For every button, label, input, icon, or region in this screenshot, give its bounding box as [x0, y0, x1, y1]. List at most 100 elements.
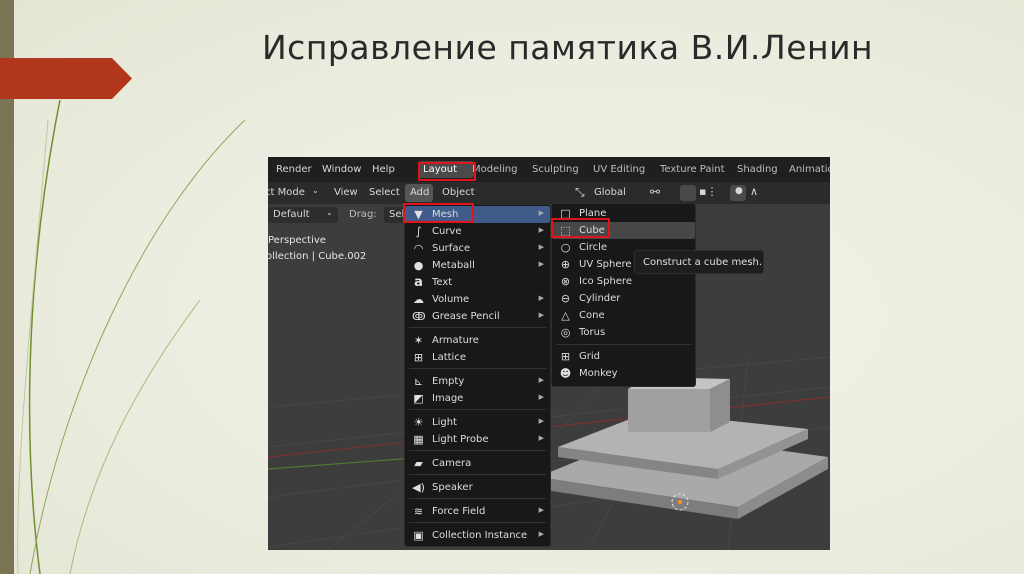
cylinder-icon: ⊖ — [560, 292, 571, 305]
proportional-dot-icon: ● — [735, 186, 743, 196]
submenu-arrow-icon: ▶ — [538, 417, 544, 425]
snap-target-icon[interactable]: ▪⋮ — [699, 185, 717, 198]
add-menu-item-surface[interactable]: ◠ Surface ▶ — [405, 240, 550, 257]
add-menu-item-image[interactable]: ◩ Image ▶ — [405, 390, 550, 407]
submenu-arrow-icon: ▶ — [538, 506, 544, 514]
snap-toggle[interactable] — [680, 185, 696, 201]
menu-render[interactable]: Render — [276, 164, 312, 175]
add-menu-item-light[interactable]: ☀ Light ▶ — [405, 414, 550, 431]
menu-separator — [409, 474, 546, 475]
submenu-arrow-icon: ▶ — [538, 434, 544, 442]
mesh-item-ico-sphere[interactable]: ⊗ Ico Sphere — [552, 273, 695, 290]
force-field-icon: ≋ — [413, 505, 424, 518]
highlight-box-mesh — [403, 203, 474, 223]
mode-selector[interactable]: ct Mode — [268, 187, 305, 198]
menu-separator — [409, 522, 546, 523]
transform-orientation-select[interactable]: Global — [594, 187, 626, 198]
surface-icon: ◠ — [413, 242, 424, 255]
add-menu-item-camera[interactable]: ▰ Camera — [405, 455, 550, 472]
add-menu-item-volume[interactable]: ☁ Volume ▶ — [405, 291, 550, 308]
workspace-tab-shading[interactable]: Shading — [737, 164, 778, 175]
workspace-tab-sculpting[interactable]: Sculpting — [532, 164, 579, 175]
camera-icon: ▰ — [414, 457, 423, 470]
text-icon: a — [414, 275, 423, 290]
menu-separator — [409, 450, 546, 451]
viewport-collection-info: ollection | Cube.002 — [268, 251, 367, 262]
grease-pencil-icon: ↂ — [412, 310, 426, 323]
highlight-box-cube — [551, 218, 610, 238]
light-probe-icon: ▦ — [413, 433, 424, 446]
mesh-item-cone[interactable]: △ Cone — [552, 307, 695, 324]
add-menu-item-empty[interactable]: ⊾ Empty ▶ — [405, 373, 550, 390]
menu-separator — [409, 327, 546, 328]
add-menu-item-metaball[interactable]: ● Metaball ▶ — [405, 257, 550, 274]
add-menu-item-collection-instance[interactable]: ▣ Collection Instance ▶ — [405, 527, 550, 544]
menu-separator — [409, 409, 546, 410]
submenu-arrow-icon: ▶ — [538, 530, 544, 538]
collection-instance-icon: ▣ — [413, 529, 424, 542]
menu-window[interactable]: Window — [322, 164, 361, 175]
light-icon: ☀ — [413, 416, 424, 429]
metaball-icon: ● — [413, 259, 424, 272]
menu-separator — [556, 344, 691, 345]
top-menubar: Render Window Help Layout Modeling Sculp… — [268, 157, 830, 182]
add-menu-item-lattice[interactable]: ⊞ Lattice — [405, 349, 550, 366]
menu-select[interactable]: Select — [369, 187, 400, 198]
drag-label: Drag: — [349, 209, 377, 220]
submenu-arrow-icon: ▶ — [538, 243, 544, 251]
pivot-point-icon[interactable]: ⚯ — [650, 185, 660, 199]
drag-select-dropdown[interactable]: Sel — [389, 209, 404, 220]
slide-title: Исправление памятика В.И.Ленин — [262, 28, 874, 67]
armature-icon: ✶ — [413, 334, 424, 347]
submenu-arrow-icon: ▶ — [538, 209, 544, 217]
submenu-arrow-icon: ▶ — [538, 376, 544, 384]
menu-object[interactable]: Object — [442, 187, 475, 198]
chevron-down-icon: ⌄ — [312, 186, 319, 195]
mesh-item-cylinder[interactable]: ⊖ Cylinder — [552, 290, 695, 307]
falloff-curve-icon[interactable]: ∧ — [750, 185, 758, 198]
decorative-curves — [17, 99, 246, 574]
orientation-dropdown[interactable]: Default — [273, 209, 310, 220]
torus-icon: ◎ — [560, 326, 571, 339]
workspace-tab-texture-paint[interactable]: Texture Paint — [660, 164, 725, 175]
highlight-box-layout — [418, 162, 476, 181]
volume-icon: ☁ — [413, 293, 424, 306]
menu-help[interactable]: Help — [372, 164, 395, 175]
mesh-item-grid[interactable]: ⊞ Grid — [552, 348, 695, 365]
chevron-down-icon: ⌄ — [326, 208, 333, 217]
submenu-arrow-icon: ▶ — [538, 226, 544, 234]
add-menu-item-speaker[interactable]: ◀) Speaker — [405, 479, 550, 496]
add-menu-item-light-probe[interactable]: ▦ Light Probe ▶ — [405, 431, 550, 448]
menu-add[interactable]: Add — [410, 187, 429, 198]
workspace-tab-uv-editing[interactable]: UV Editing — [593, 164, 645, 175]
tooltip: Construct a cube mesh. — [634, 250, 764, 274]
curve-icon: ∫ — [415, 225, 422, 238]
viewport-header: ct Mode ⌄ View Select Add Object ⤡ Globa… — [268, 182, 830, 204]
viewport-view-name: Perspective — [268, 235, 326, 246]
menu-view[interactable]: View — [334, 187, 358, 198]
mesh-item-torus[interactable]: ◎ Torus — [552, 324, 695, 341]
uv-sphere-icon: ⊕ — [560, 258, 571, 271]
image-icon: ◩ — [413, 392, 424, 405]
empty-icon: ⊾ — [413, 375, 424, 388]
menu-separator — [409, 498, 546, 499]
add-menu-item-curve[interactable]: ∫ Curve ▶ — [405, 223, 550, 240]
add-menu: ▼ Mesh ▶ ∫ Curve ▶ ◠ Surface ▶ ● Metabal… — [404, 204, 551, 547]
blender-screenshot: Render Window Help Layout Modeling Sculp… — [268, 157, 830, 550]
transform-orientation-icon: ⤡ — [575, 185, 585, 199]
submenu-arrow-icon: ▶ — [538, 311, 544, 319]
menu-separator — [409, 368, 546, 369]
lattice-icon: ⊞ — [413, 351, 424, 364]
ico-sphere-icon: ⊗ — [560, 275, 571, 288]
speaker-icon: ◀) — [412, 481, 425, 494]
add-menu-item-force-field[interactable]: ≋ Force Field ▶ — [405, 503, 550, 520]
workspace-tab-animation[interactable]: Animatio — [789, 164, 830, 175]
submenu-arrow-icon: ▶ — [538, 393, 544, 401]
add-menu-item-text[interactable]: a Text — [405, 274, 550, 291]
add-menu-item-grease-pencil[interactable]: ↂ Grease Pencil ▶ — [405, 308, 550, 325]
grid-icon: ⊞ — [560, 350, 571, 363]
mesh-item-monkey[interactable]: ☻ Monkey — [552, 365, 695, 382]
cone-icon: △ — [561, 309, 570, 322]
add-menu-item-armature[interactable]: ✶ Armature — [405, 332, 550, 349]
workspace-tab-modeling[interactable]: Modeling — [472, 164, 518, 175]
